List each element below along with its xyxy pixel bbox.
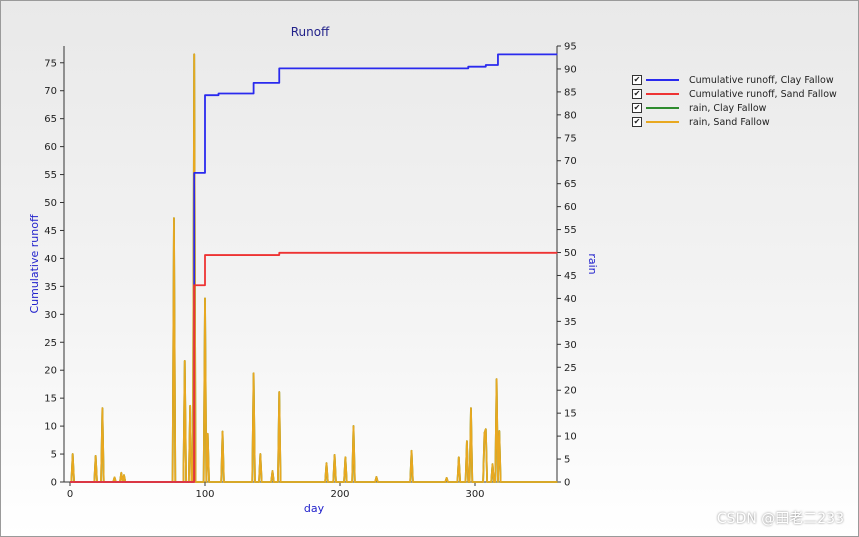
y-tick-label: 5 bbox=[51, 450, 57, 461]
y-tick-label: 25 bbox=[44, 338, 57, 349]
y2-tick-label: 65 bbox=[564, 179, 577, 190]
y2-tick-label: 80 bbox=[564, 110, 577, 121]
y2-tick-label: 85 bbox=[564, 87, 577, 98]
legend-checkbox[interactable]: ✔ bbox=[632, 89, 642, 99]
y-tick-label: 75 bbox=[44, 58, 57, 69]
legend-item[interactable]: ✔ rain, Clay Fallow bbox=[632, 101, 837, 115]
y2-tick-label: 90 bbox=[564, 64, 577, 75]
y2-tick-label: 15 bbox=[564, 409, 577, 420]
y-tick-label: 65 bbox=[44, 114, 57, 125]
y2-tick-label: 45 bbox=[564, 271, 577, 282]
legend-label: Cumulative runoff, Clay Fallow bbox=[689, 74, 834, 86]
y2-tick-label: 35 bbox=[564, 317, 577, 328]
y2-tick-label: 25 bbox=[564, 363, 577, 374]
legend-swatch bbox=[646, 121, 679, 123]
y-tick-label: 0 bbox=[51, 478, 57, 489]
legend-label: rain, Sand Fallow bbox=[689, 116, 770, 128]
chart-title: Runoff bbox=[291, 25, 330, 39]
x-axis-label: day bbox=[304, 502, 325, 515]
series-line-cumulative-runoff-clay-fallow bbox=[70, 53, 558, 483]
legend-item[interactable]: ✔ Cumulative runoff, Clay Fallow bbox=[632, 73, 837, 87]
y-tick-label: 60 bbox=[44, 142, 57, 153]
y2-tick-label: 5 bbox=[564, 455, 570, 466]
y-tick-label: 10 bbox=[44, 422, 57, 433]
y-tick-label: 50 bbox=[44, 198, 57, 209]
y2-tick-label: 55 bbox=[564, 225, 577, 236]
y-tick-label: 45 bbox=[44, 226, 57, 237]
legend-swatch bbox=[646, 79, 679, 81]
y2-tick-label: 0 bbox=[564, 478, 570, 489]
series-line-rain-sand-fallow bbox=[70, 53, 558, 483]
y-tick-label: 20 bbox=[44, 366, 57, 377]
y-tick-label: 70 bbox=[44, 86, 57, 97]
legend-checkbox[interactable]: ✔ bbox=[632, 75, 642, 85]
x-tick-label: 300 bbox=[465, 489, 484, 500]
y-tick-label: 15 bbox=[44, 394, 57, 405]
y-tick-label: 40 bbox=[44, 254, 57, 265]
x-tick-label: 200 bbox=[330, 489, 349, 500]
legend-checkbox[interactable]: ✔ bbox=[632, 117, 642, 127]
series-line-rain-clay-fallow bbox=[70, 53, 558, 483]
y2-tick-label: 70 bbox=[564, 156, 577, 167]
y-tick-label: 35 bbox=[44, 282, 57, 293]
legend-label: rain, Clay Fallow bbox=[689, 102, 767, 114]
y2-tick-label: 60 bbox=[564, 202, 577, 213]
legend-swatch bbox=[646, 107, 679, 109]
legend-item[interactable]: ✔ rain, Sand Fallow bbox=[632, 115, 837, 129]
legend-label: Cumulative runoff, Sand Fallow bbox=[689, 88, 837, 100]
y2-tick-label: 50 bbox=[564, 248, 577, 259]
watermark: CSDN @田老二233 bbox=[716, 511, 844, 527]
y2-tick-label: 20 bbox=[564, 386, 577, 397]
legend-item[interactable]: ✔ Cumulative runoff, Sand Fallow bbox=[632, 87, 837, 101]
legend-swatch bbox=[646, 93, 679, 95]
y2-tick-label: 75 bbox=[564, 133, 577, 144]
y2-axis-label: rain bbox=[586, 253, 599, 274]
y2-tick-label: 95 bbox=[564, 42, 577, 53]
y-axis-label: Cumulative runoff bbox=[28, 214, 41, 313]
y-tick-label: 55 bbox=[44, 170, 57, 181]
x-tick-label: 0 bbox=[67, 489, 73, 500]
legend-checkbox[interactable]: ✔ bbox=[632, 103, 642, 113]
y2-tick-label: 40 bbox=[564, 294, 577, 305]
legend: ✔ Cumulative runoff, Clay Fallow ✔ Cumulati… bbox=[632, 73, 837, 129]
chart-window: Runoff 0 5 10 15 20 25 30 35 40 45 50 55 60 65 70 75 0 5 1… bbox=[0, 0, 859, 537]
x-tick-label: 100 bbox=[195, 489, 214, 500]
y2-tick-label: 30 bbox=[564, 340, 577, 351]
y-tick-label: 30 bbox=[44, 310, 57, 321]
y2-tick-label: 10 bbox=[564, 432, 577, 443]
